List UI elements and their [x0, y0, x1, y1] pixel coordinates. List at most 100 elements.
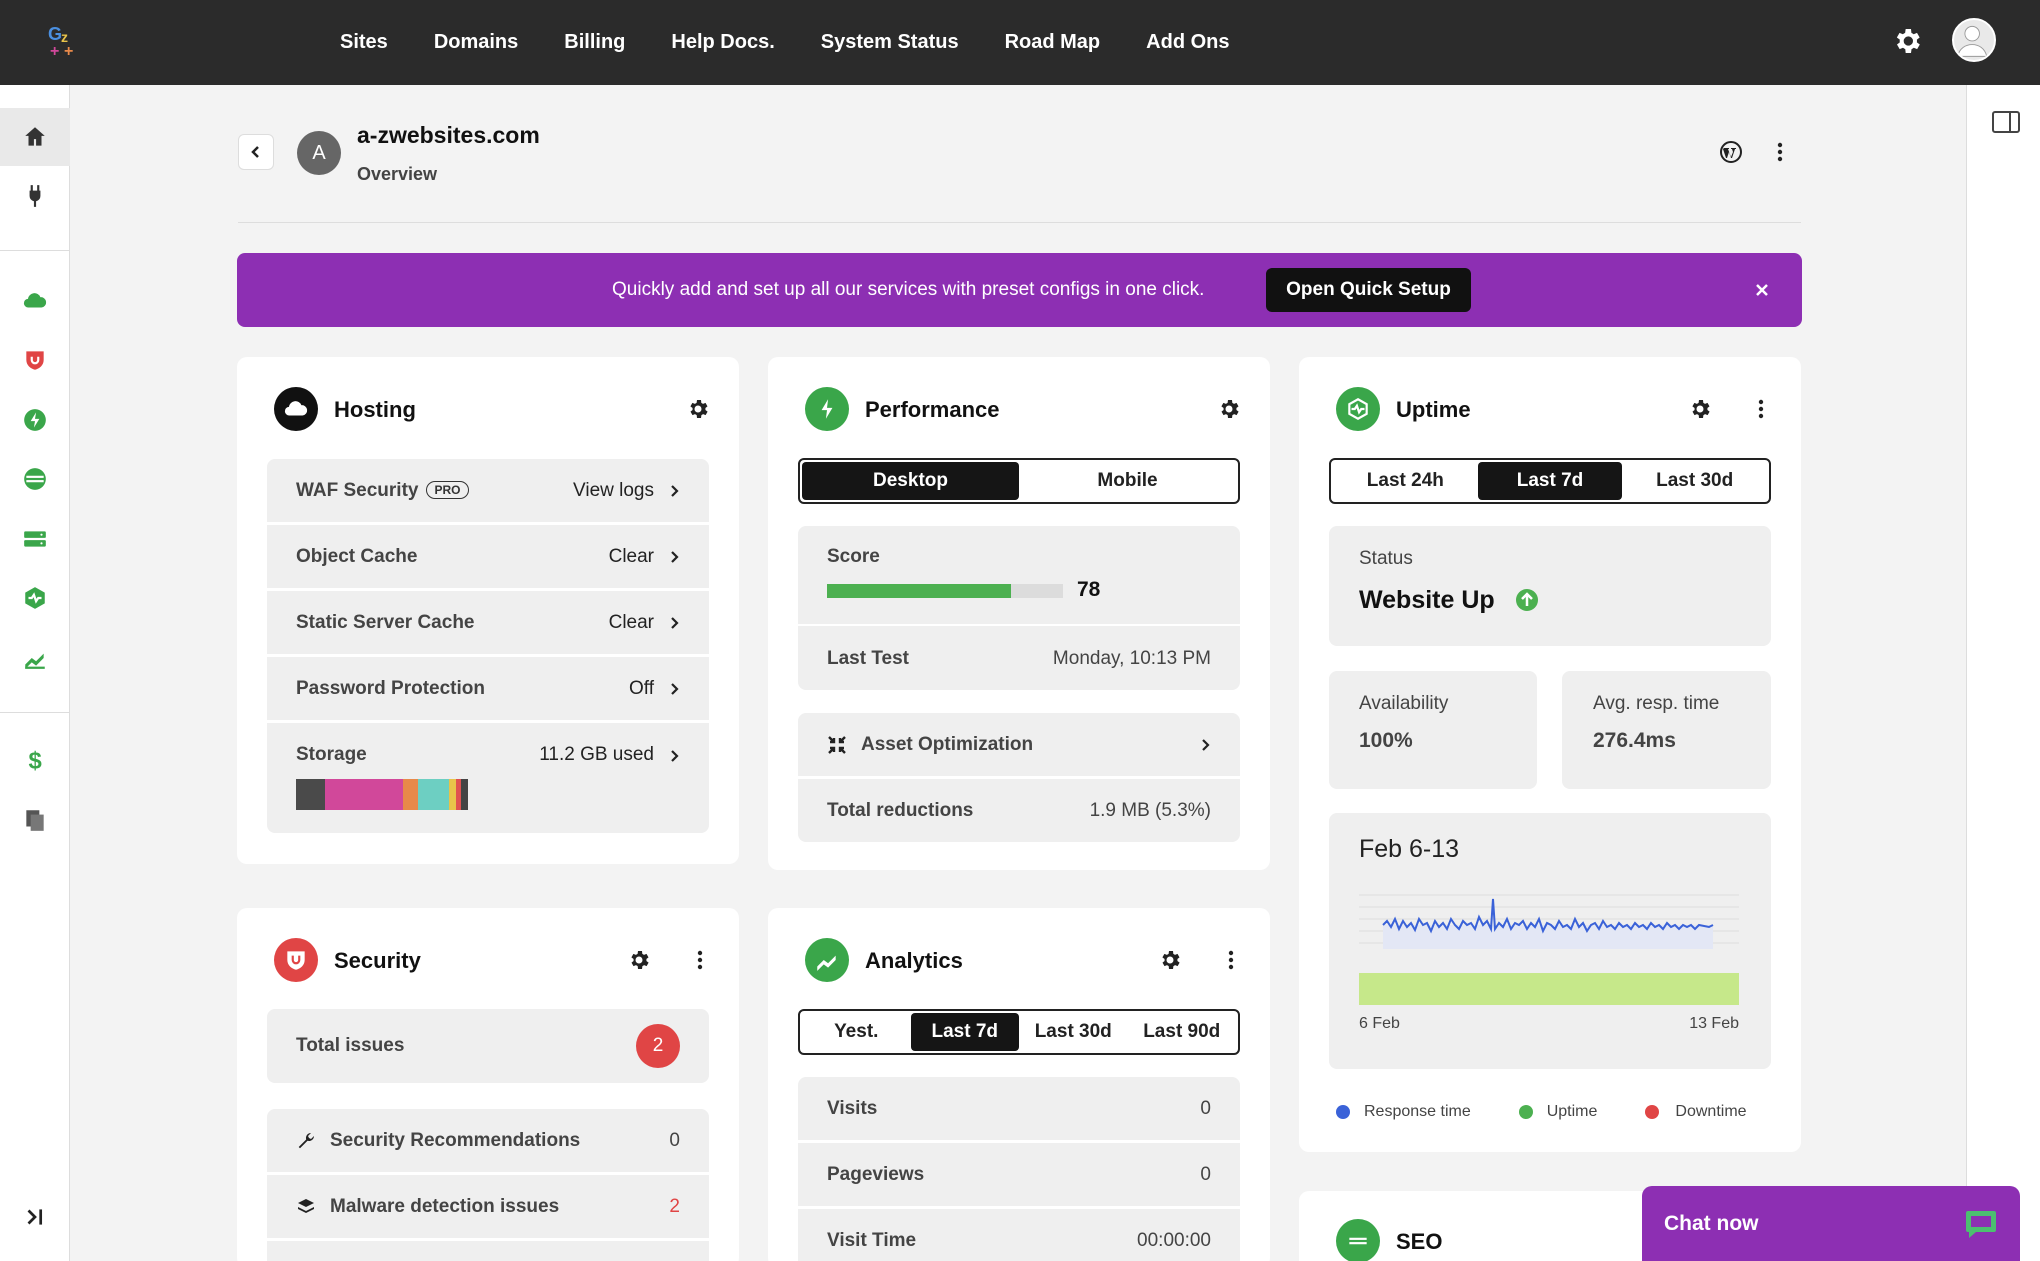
bolt-icon[interactable] — [0, 391, 70, 449]
availability-label: Availability — [1359, 693, 1449, 714]
legend-dot-uptime — [1518, 1105, 1533, 1119]
chevron-right-icon — [671, 616, 679, 629]
svg-text:G: G — [48, 24, 62, 44]
gear-icon[interactable] — [1217, 397, 1241, 421]
left-sidebar: $ — [0, 85, 70, 1261]
analytics-title: Analytics — [865, 948, 963, 973]
server-icon[interactable] — [0, 510, 70, 568]
nav-system-status[interactable]: System Status — [821, 31, 959, 54]
asset-optimization-label: Asset Optimization — [861, 733, 1034, 755]
svg-text:+: + — [64, 43, 73, 58]
legend-dot-response — [1336, 1105, 1350, 1119]
performance-title: Performance — [865, 397, 1000, 422]
panel-toggle-icon[interactable] — [1991, 110, 2021, 134]
chevron-right-icon — [1202, 738, 1210, 751]
total-reductions-label: Total reductions — [827, 799, 974, 821]
home-icon[interactable] — [0, 108, 70, 166]
svg-text:$: $ — [29, 748, 42, 773]
nav-domains[interactable]: Domains — [434, 31, 518, 54]
last-test-value: Monday, 10:13 PM — [1052, 648, 1211, 669]
storage-segment-6 — [461, 779, 468, 810]
security-recommendations-row[interactable]: Security Recommendations 0 — [267, 1109, 709, 1172]
visit-time-value: 00:00:00 — [1137, 1229, 1211, 1251]
tab-last-90d[interactable]: Last 90d — [1128, 1013, 1237, 1051]
availability-value: 100% — [1359, 729, 1413, 752]
storage-row[interactable]: Storage 11.2 GB used — [267, 723, 709, 833]
total-issues-row[interactable]: Total issues 2 — [267, 1009, 709, 1083]
tab-last-24h[interactable]: Last 24h — [1333, 462, 1478, 500]
uptime-chart-panel: Feb 6-13 6 Feb 13 Feb — [1329, 813, 1771, 1069]
asset-optimization-row[interactable]: Asset Optimization — [798, 713, 1240, 776]
chart-legend: Response time Uptime Downtime — [1336, 1103, 1747, 1121]
plug-icon[interactable] — [0, 167, 70, 225]
analytics-icon[interactable] — [0, 629, 70, 687]
chat-bubble-icon — [1966, 1211, 1996, 1238]
password-protection-value: Off — [629, 677, 654, 699]
chevron-right-icon — [671, 750, 679, 762]
nav-help-docs[interactable]: Help Docs. — [671, 31, 774, 54]
shield-icon[interactable] — [0, 331, 70, 389]
more-vertical-icon[interactable] — [688, 948, 712, 972]
tab-last-30d[interactable]: Last 30d — [1622, 462, 1767, 500]
waf-security-value: View logs — [573, 479, 654, 501]
back-button[interactable] — [238, 134, 274, 170]
cloud-icon[interactable] — [0, 272, 70, 330]
waf-security-row[interactable]: WAF Security PRO View logs — [267, 459, 709, 522]
tab-desktop[interactable]: Desktop — [802, 462, 1019, 500]
open-quick-setup-button[interactable]: Open Quick Setup — [1266, 268, 1471, 312]
gear-icon[interactable] — [627, 948, 651, 972]
password-protection-row[interactable]: Password Protection Off — [267, 657, 709, 720]
nav-billing[interactable]: Billing — [564, 31, 625, 54]
security-more-row[interactable] — [267, 1241, 709, 1261]
response-time-panel: Avg. resp. time 276.4ms — [1562, 671, 1771, 789]
gear-icon[interactable] — [1158, 948, 1182, 972]
gear-icon[interactable] — [1891, 25, 1923, 57]
more-vertical-icon[interactable] — [1749, 397, 1773, 421]
expand-sidebar-icon[interactable] — [0, 1188, 70, 1246]
analytics-range-toggle: Yest. Last 7d Last 30d Last 90d — [798, 1009, 1240, 1055]
user-avatar[interactable] — [1952, 18, 1996, 62]
chart-axis-start: 6 Feb — [1359, 1015, 1400, 1032]
documents-icon[interactable] — [0, 791, 70, 849]
availability-panel: Availability 100% — [1329, 671, 1537, 789]
brand-logo[interactable]: G z + + — [46, 22, 82, 58]
nav-road-map[interactable]: Road Map — [1005, 31, 1101, 54]
static-server-cache-row[interactable]: Static Server Cache Clear — [267, 591, 709, 654]
dollar-icon[interactable]: $ — [0, 731, 70, 789]
malware-issues-row[interactable]: Malware detection issues 2 — [267, 1175, 709, 1238]
response-time-label: Avg. resp. time — [1593, 693, 1720, 714]
tab-mobile[interactable]: Mobile — [1019, 462, 1236, 500]
more-vertical-icon[interactable] — [1219, 948, 1243, 972]
legend-uptime: Uptime — [1546, 1103, 1598, 1120]
close-icon[interactable] — [1751, 279, 1773, 301]
tab-last-30d[interactable]: Last 30d — [1019, 1013, 1128, 1051]
chat-widget[interactable]: Chat now — [1642, 1186, 2020, 1261]
seo-icon[interactable] — [0, 450, 70, 508]
top-navbar: G z + + Sites Domains Billing Help Docs.… — [0, 0, 2040, 85]
uptime-icon[interactable] — [0, 569, 70, 627]
nav-sites[interactable]: Sites — [340, 31, 388, 54]
nav-add-ons[interactable]: Add Ons — [1146, 31, 1229, 54]
gear-icon[interactable] — [686, 397, 710, 421]
uptime-icon — [1336, 387, 1380, 431]
object-cache-row[interactable]: Object Cache Clear — [267, 525, 709, 588]
response-time-value: 276.4ms — [1593, 729, 1676, 752]
bolt-icon — [805, 387, 849, 431]
visits-row: Visits 0 — [798, 1077, 1240, 1140]
hosting-title: Hosting — [334, 397, 416, 422]
page-subtitle: Overview — [357, 164, 438, 184]
chevron-left-icon — [251, 146, 259, 158]
gear-icon[interactable] — [1688, 397, 1712, 421]
more-vertical-icon[interactable] — [1768, 140, 1792, 164]
wordpress-icon[interactable] — [1719, 140, 1743, 164]
malware-issues-label: Malware detection issues — [330, 1195, 560, 1217]
object-cache-label: Object Cache — [296, 545, 418, 567]
response-time-chart — [1359, 894, 1739, 949]
seo-icon — [1336, 1219, 1380, 1261]
seo-title: SEO — [1396, 1229, 1443, 1254]
malware-issues-value: 2 — [669, 1195, 680, 1217]
pro-badge: PRO — [426, 481, 469, 500]
tab-last-7d[interactable]: Last 7d — [1477, 462, 1623, 500]
tab-last-7d[interactable]: Last 7d — [910, 1013, 1019, 1051]
tab-yesterday[interactable]: Yest. — [802, 1013, 911, 1051]
